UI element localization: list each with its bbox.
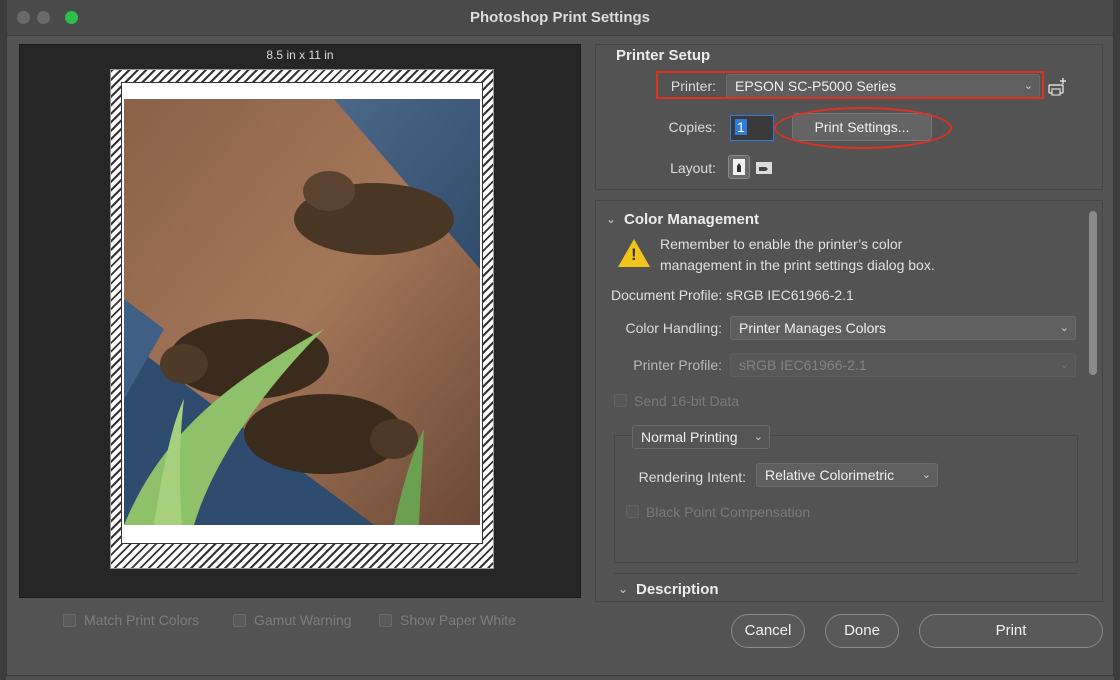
color-management-title[interactable]: Color Management (624, 211, 759, 228)
preview-photo[interactable] (124, 99, 480, 525)
copies-label: Copies: (668, 119, 716, 135)
black-point-checkbox[interactable] (626, 505, 639, 518)
gamut-warning-checkbox[interactable] (233, 613, 246, 627)
chevron-down-icon: ⌄ (1059, 322, 1069, 334)
collapse-chevron-icon[interactable]: ⌄ (618, 582, 628, 596)
color-management-panel: ⌄ Color Management ! Remember to enable … (595, 200, 1103, 602)
paper-sheet (110, 69, 494, 569)
match-print-colors-checkbox[interactable] (63, 613, 76, 627)
rendering-options-group (614, 435, 1078, 563)
description-title[interactable]: Description (636, 581, 719, 598)
portrait-layout-button[interactable] (728, 155, 750, 179)
color-handling-label: Color Handling: (625, 320, 723, 336)
printer-setup-section: Printer Setup Printer: EPSON SC-P5000 Se… (595, 44, 1103, 190)
warning-text-line2: management in the print settings dialog … (660, 257, 935, 273)
title-bar: Photoshop Print Settings (7, 0, 1113, 36)
color-handling-select[interactable]: Printer Manages Colors ⌄ (730, 316, 1076, 340)
landscape-layout-icon (756, 162, 772, 174)
cancel-button[interactable]: Cancel (731, 614, 805, 648)
background-right (1114, 0, 1120, 680)
copies-value: 1 (735, 119, 747, 135)
scrollbar-thumb[interactable] (1089, 211, 1097, 375)
photo-image (124, 99, 480, 525)
warning-icon: ! (618, 239, 650, 267)
match-print-colors-label: Match Print Colors (84, 612, 200, 628)
warning-text-line1: Remember to enable the printer’s color (660, 236, 903, 252)
portrait-layout-icon (733, 159, 745, 175)
rendering-intent-value: Relative Colorimetric (765, 467, 895, 483)
chevron-down-icon: ⌄ (1059, 359, 1069, 371)
chevron-down-icon: ⌄ (921, 469, 931, 481)
show-paper-white-checkbox[interactable] (379, 613, 392, 627)
gamut-warning-option[interactable]: Gamut Warning (233, 612, 352, 628)
show-paper-white-label: Show Paper White (400, 612, 516, 628)
done-button[interactable]: Done (825, 614, 899, 648)
printer-setup-title: Printer Setup (616, 47, 711, 64)
chevron-down-icon: ⌄ (753, 431, 763, 443)
print-settings-highlight-annotation (774, 107, 952, 149)
document-profile: Document Profile: sRGB IEC61966-2.1 (611, 287, 854, 303)
printer-profile-label: Printer Profile: (633, 357, 722, 373)
show-paper-white-option[interactable]: Show Paper White (379, 612, 516, 628)
printing-mode-select[interactable]: Normal Printing ⌄ (632, 425, 770, 449)
black-point-label: Black Point Compensation (646, 504, 811, 520)
collapse-chevron-icon[interactable]: ⌄ (606, 212, 616, 226)
rendering-intent-label: Rendering Intent: (638, 469, 746, 485)
color-handling-value: Printer Manages Colors (739, 320, 887, 336)
layout-label: Layout: (670, 160, 716, 176)
paper-size-label: 8.5 in x 11 in (266, 48, 334, 62)
rendering-intent-select[interactable]: Relative Colorimetric ⌄ (756, 463, 938, 487)
send-16bit-label: Send 16-bit Data (634, 393, 740, 409)
section-divider (614, 573, 1078, 574)
printer-profile-value: sRGB IEC61966-2.1 (739, 357, 867, 373)
printer-highlight-annotation (656, 71, 1044, 99)
printer-profile-select[interactable]: sRGB IEC61966-2.1 ⌄ (730, 353, 1076, 377)
print-preview: 8.5 in x 11 in (19, 44, 581, 598)
window-title: Photoshop Print Settings (470, 9, 650, 26)
copies-input[interactable]: 1 (730, 115, 774, 141)
landscape-layout-button[interactable] (754, 157, 776, 179)
print-button[interactable]: Print (919, 614, 1103, 648)
printing-mode-value: Normal Printing (641, 429, 738, 445)
gamut-warning-label: Gamut Warning (254, 612, 352, 628)
printer-icon[interactable] (1048, 77, 1068, 99)
send-16bit-checkbox[interactable] (614, 394, 627, 407)
panel-scrollbar[interactable] (1088, 205, 1098, 599)
printable-area (121, 82, 483, 544)
match-print-colors-option[interactable]: Match Print Colors (63, 612, 199, 628)
print-settings-dialog: Photoshop Print Settings 8.5 in x 11 in (6, 0, 1114, 676)
